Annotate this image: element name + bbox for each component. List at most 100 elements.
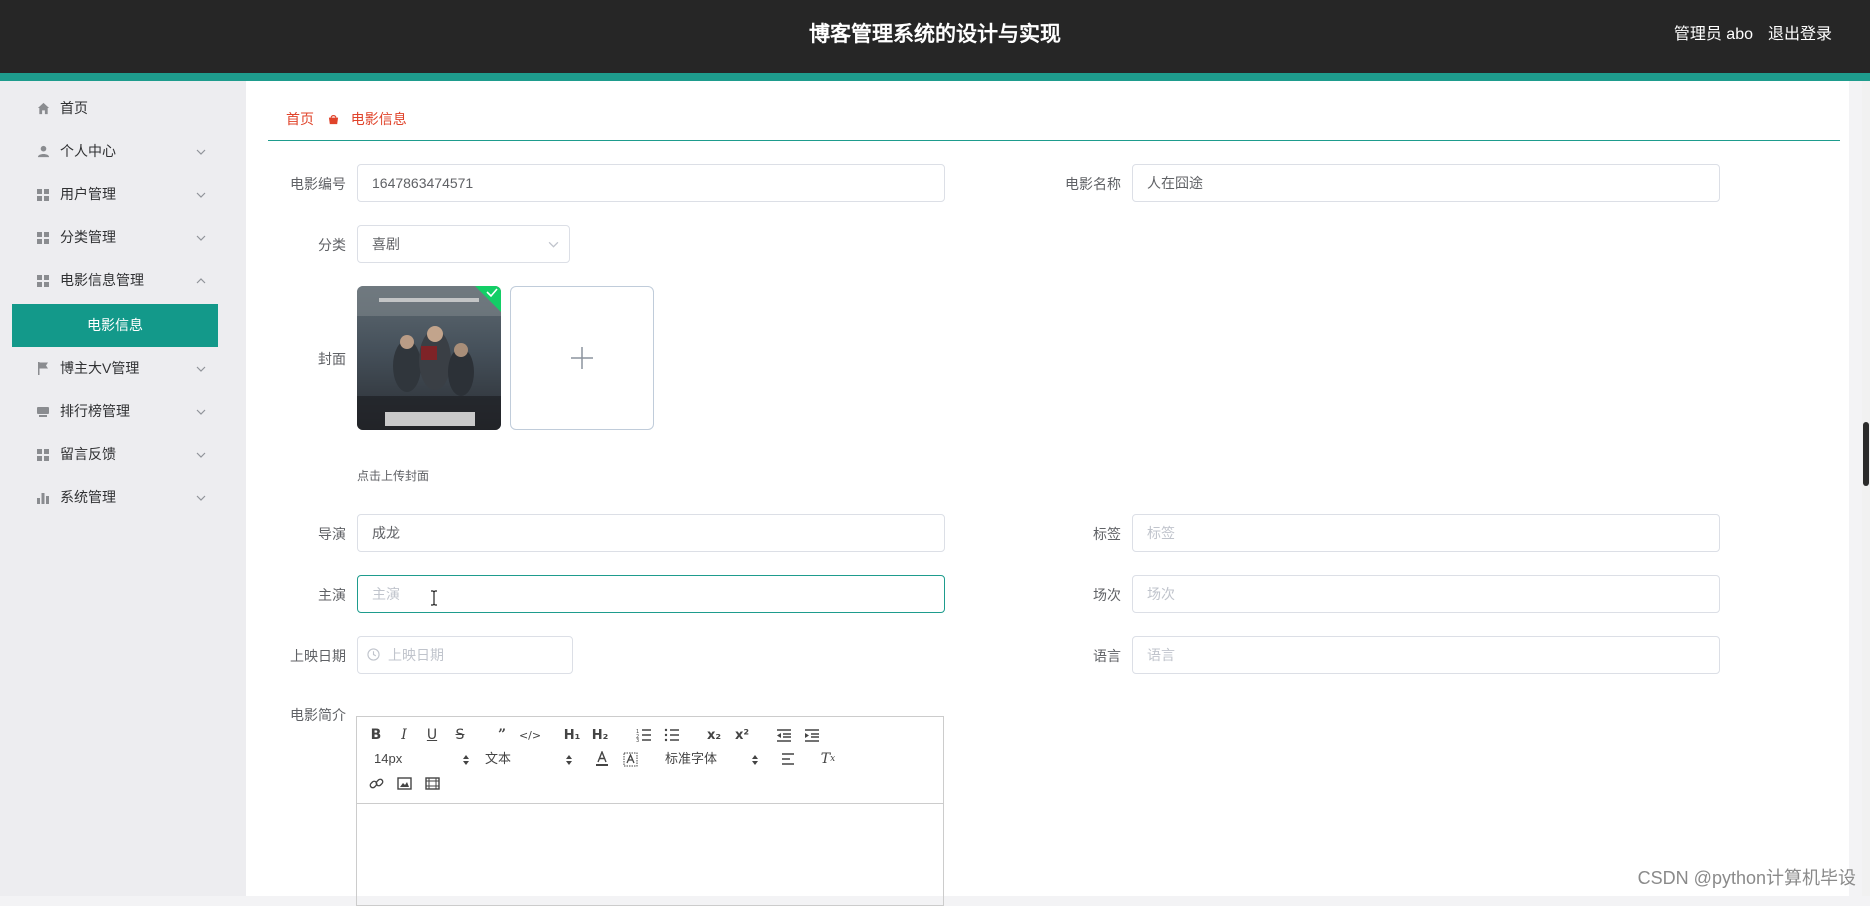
sidebar-item-label: 电影信息 xyxy=(87,317,143,333)
sidebar-item-user-management[interactable]: 用户管理 xyxy=(12,173,218,216)
cover-upload-button[interactable] xyxy=(510,286,654,430)
page-scrollbar-thumb[interactable] xyxy=(1863,422,1869,486)
user-icon xyxy=(36,130,50,173)
strikethrough-icon[interactable]: S xyxy=(449,725,471,745)
header-accent-bar xyxy=(0,73,1870,81)
language-input[interactable] xyxy=(1132,636,1720,674)
code-block-icon[interactable]: </> xyxy=(519,725,541,745)
text-style-value: 文本 xyxy=(485,751,512,766)
cover-upload-tip: 点击上传封面 xyxy=(357,469,430,483)
sidebar-item-label: 留言反馈 xyxy=(60,446,116,462)
actors-input[interactable] xyxy=(357,575,945,613)
movie-poster-image xyxy=(357,286,501,430)
sidebar-item-label: 分类管理 xyxy=(60,229,116,245)
sidebar-item-label: 排行榜管理 xyxy=(60,403,130,419)
category-select[interactable]: 喜剧 xyxy=(357,225,570,263)
sidebar-item-personal-center[interactable]: 个人中心 xyxy=(12,130,218,173)
cover-thumbnail[interactable] xyxy=(357,286,501,430)
font-family-picker[interactable]: 标准字体 xyxy=(665,749,763,769)
director-label: 导演 xyxy=(318,526,346,542)
sidebar-item-movie-info[interactable]: 电影信息 xyxy=(12,304,218,347)
clock-icon xyxy=(367,636,380,672)
font-size-picker[interactable]: 14px xyxy=(374,749,469,769)
movie-no-label: 电影编号 xyxy=(290,176,346,192)
main-content: 首页 电影信息 电影编号 电影名称 分类 喜剧 封面 xyxy=(246,81,1849,906)
cover-label: 封面 xyxy=(318,351,346,367)
movie-name-label: 电影名称 xyxy=(1065,176,1121,192)
chevron-down-icon xyxy=(194,433,208,476)
sidebar-item-movie-management[interactable]: 电影信息管理 xyxy=(12,259,218,302)
indent-icon[interactable] xyxy=(801,725,823,745)
language-label: 语言 xyxy=(1093,648,1121,664)
rich-text-editor: B I U S ” </> H₁ H₂ 123 x₂ x² 14px 文本 标准… xyxy=(356,716,944,906)
movie-name-input[interactable] xyxy=(1132,164,1720,202)
sidebar-item-system-management[interactable]: 系统管理 xyxy=(12,476,218,519)
heading-1-icon[interactable]: H₁ xyxy=(561,725,583,745)
font-color-icon[interactable] xyxy=(591,749,613,769)
grid-icon xyxy=(36,216,50,259)
breadcrumb-home[interactable]: 首页 xyxy=(286,111,314,127)
text-cursor-icon xyxy=(430,590,438,611)
showtimes-input[interactable] xyxy=(1132,575,1720,613)
blockquote-icon[interactable]: ” xyxy=(491,725,513,745)
breadcrumb: 首页 电影信息 xyxy=(286,109,407,129)
plus-icon xyxy=(571,347,593,369)
subscript-icon[interactable]: x₂ xyxy=(703,725,725,745)
chevron-up-icon xyxy=(194,259,208,302)
video-icon[interactable] xyxy=(421,773,443,793)
sidebar-item-label: 系统管理 xyxy=(60,489,116,505)
image-icon[interactable] xyxy=(393,773,415,793)
link-icon[interactable] xyxy=(365,773,387,793)
align-left-icon[interactable] xyxy=(777,749,799,769)
font-family-value: 标准字体 xyxy=(665,751,718,766)
current-user: 管理员 abo xyxy=(1673,26,1753,43)
showtimes-label: 场次 xyxy=(1093,587,1121,603)
chevron-down-icon xyxy=(194,173,208,216)
sidebar-item-ranking-management[interactable]: 排行榜管理 xyxy=(12,390,218,433)
picker-arrows-icon xyxy=(565,752,573,772)
bold-icon[interactable]: B xyxy=(365,725,387,745)
actors-label: 主演 xyxy=(318,587,346,603)
picker-arrows-icon xyxy=(462,752,470,772)
watermark: CSDN @python计算机毕设 xyxy=(1637,868,1856,888)
superscript-icon[interactable]: x² xyxy=(731,725,753,745)
outdent-icon[interactable] xyxy=(773,725,795,745)
breadcrumb-separator-icon xyxy=(328,110,339,130)
sidebar-item-label: 首页 xyxy=(60,100,88,116)
italic-icon[interactable]: I xyxy=(393,725,415,745)
director-input[interactable] xyxy=(357,514,945,552)
sidebar-item-label: 个人中心 xyxy=(60,143,116,159)
release-date-input[interactable] xyxy=(357,636,573,674)
movie-no-input[interactable] xyxy=(357,164,945,202)
page-scrollbar[interactable] xyxy=(1862,81,1870,896)
grid-icon xyxy=(36,173,50,216)
sidebar-item-home[interactable]: 首页 xyxy=(12,87,218,130)
heading-2-icon[interactable]: H₂ xyxy=(589,725,611,745)
chevron-down-icon xyxy=(194,130,208,173)
chevron-down-icon xyxy=(194,347,208,390)
chevron-down-icon xyxy=(194,390,208,433)
sidebar: 首页 个人中心 用户管理 分类管理 电影信息管理 电影信息 博主大V管理 排行榜… xyxy=(0,81,246,896)
sidebar-item-category-management[interactable]: 分类管理 xyxy=(12,216,218,259)
underline-icon[interactable]: U xyxy=(421,725,443,745)
tags-input[interactable] xyxy=(1132,514,1720,552)
editor-content-area[interactable] xyxy=(357,804,943,904)
logout-link[interactable]: 退出登录 xyxy=(1768,0,1832,70)
sidebar-item-label: 博主大V管理 xyxy=(60,360,140,376)
sidebar-item-feedback[interactable]: 留言反馈 xyxy=(12,433,218,476)
chevron-down-icon xyxy=(548,226,559,262)
ordered-list-icon[interactable]: 123 xyxy=(633,725,655,745)
release-date-picker[interactable] xyxy=(357,636,573,674)
chevron-down-icon xyxy=(194,216,208,259)
sidebar-item-label: 电影信息管理 xyxy=(60,272,144,288)
top-header: 博客管理系统的设计与实现 管理员 abo 退出登录 xyxy=(0,0,1870,73)
synopsis-label: 电影简介 xyxy=(290,707,346,723)
text-style-picker[interactable]: 文本 xyxy=(485,749,575,769)
sidebar-item-blogger-management[interactable]: 博主大V管理 xyxy=(12,347,218,390)
bullet-list-icon[interactable] xyxy=(661,725,683,745)
grid-icon xyxy=(36,259,50,302)
clear-format-icon[interactable]: Tx xyxy=(817,749,839,769)
background-color-icon[interactable] xyxy=(619,749,641,769)
bar-chart-icon xyxy=(36,476,50,519)
grid-icon xyxy=(36,433,50,476)
